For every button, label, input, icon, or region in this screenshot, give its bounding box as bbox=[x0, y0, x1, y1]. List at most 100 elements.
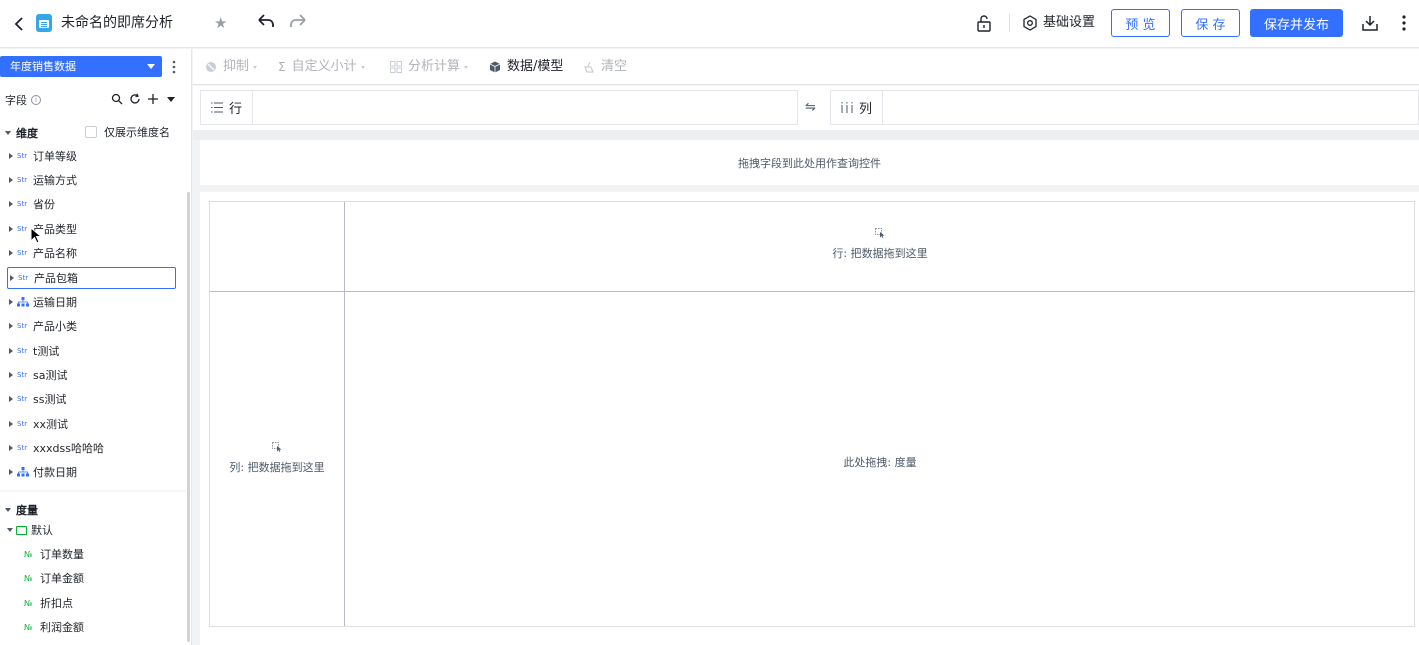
columns-shelf[interactable]: 列 bbox=[830, 90, 1419, 125]
sigma-icon: Σ bbox=[278, 60, 286, 74]
rows-shelf-label: 行 bbox=[201, 91, 253, 124]
measure-item[interactable]: № 利润金额 bbox=[0, 616, 84, 638]
dimension-item[interactable]: Str 订单等级 bbox=[0, 145, 186, 167]
string-type-icon: Str bbox=[17, 444, 28, 452]
measure-group-header[interactable]: 度量 bbox=[5, 502, 38, 518]
dimension-label: t测试 bbox=[33, 345, 60, 358]
caret-down-icon bbox=[7, 528, 13, 532]
save-publish-button[interactable]: 保存并发布 bbox=[1250, 9, 1343, 37]
dimension-item-selected[interactable]: Str 产品包箱 bbox=[7, 267, 176, 289]
dimension-label: 产品包箱 bbox=[34, 272, 78, 285]
dataset-select[interactable]: 年度销售数据 bbox=[0, 56, 162, 77]
caret-right-icon bbox=[9, 323, 13, 329]
subtotal-button[interactable]: Σ 自定义小计 bbox=[278, 59, 365, 75]
refresh-icon[interactable] bbox=[129, 92, 141, 106]
dimension-item[interactable]: Str 运输方式 bbox=[0, 169, 186, 191]
dimension-item[interactable]: Str 产品小类 bbox=[0, 315, 186, 337]
string-type-icon: Str bbox=[17, 420, 28, 428]
clear-button[interactable]: 清空 bbox=[583, 59, 627, 75]
caret-down-icon bbox=[464, 65, 469, 69]
analysis-button[interactable]: 分析计算 bbox=[390, 59, 469, 75]
save-button[interactable]: 保 存 bbox=[1181, 9, 1240, 37]
dimension-item[interactable]: Str 产品类型 bbox=[0, 218, 186, 240]
measure-item[interactable]: № 订单数量 bbox=[0, 543, 84, 565]
caret-right-icon bbox=[9, 177, 13, 183]
page-title[interactable]: 未命名的即席分析 bbox=[61, 14, 173, 32]
number-type-icon: № bbox=[24, 549, 33, 559]
rows-label: 行 bbox=[229, 102, 243, 117]
row-dropzone[interactable]: 行: 把数据拖到这里 bbox=[345, 228, 1415, 261]
info-icon[interactable]: i bbox=[31, 95, 41, 105]
analysis-toolbar: 抑制 Σ 自定义小计 分析计算 数据/模型 清空 bbox=[193, 49, 1419, 85]
columns-icon bbox=[841, 102, 853, 113]
number-type-icon: № bbox=[24, 573, 33, 583]
top-header: 未命名的即席分析 ★ 基础设置 预 览 保 存 保存并发布 bbox=[0, 0, 1419, 48]
only-dim-toggle[interactable]: 仅展示维度名 bbox=[85, 124, 170, 140]
caret-right-icon bbox=[9, 469, 13, 475]
dimension-label: 产品名称 bbox=[33, 247, 77, 260]
fields-tools bbox=[111, 92, 177, 106]
grid-divider-vertical bbox=[344, 202, 345, 626]
caret-down-icon bbox=[253, 65, 258, 69]
caret-down-icon bbox=[360, 65, 365, 69]
redo-icon[interactable] bbox=[288, 12, 308, 32]
measure-group-label: 度量 bbox=[16, 504, 38, 517]
dimension-label: 省份 bbox=[33, 198, 55, 211]
caret-right-icon bbox=[9, 153, 13, 159]
dimension-group-header[interactable]: 维度 bbox=[5, 125, 38, 141]
measure-hint: 此处拖拽: 度量 bbox=[843, 456, 917, 469]
suppress-button[interactable]: 抑制 bbox=[205, 59, 258, 75]
string-type-icon: Str bbox=[17, 322, 28, 330]
dimension-label: 运输日期 bbox=[33, 296, 77, 309]
field-panel-scrollbar[interactable] bbox=[187, 192, 190, 642]
settings-button[interactable]: 基础设置 bbox=[1022, 14, 1095, 32]
dimension-item[interactable]: Str 产品名称 bbox=[0, 242, 186, 264]
dimension-item[interactable]: Str xx测试 bbox=[0, 413, 186, 435]
data-model-button[interactable]: 数据/模型 bbox=[489, 59, 563, 75]
more-vertical-icon[interactable] bbox=[1398, 13, 1410, 33]
grid-icon bbox=[390, 61, 402, 73]
dimension-item[interactable]: Str t测试 bbox=[0, 340, 186, 362]
measure-folder[interactable]: 默认 bbox=[0, 519, 53, 541]
dimension-item[interactable]: 付款日期 bbox=[0, 461, 186, 483]
search-icon[interactable] bbox=[111, 92, 123, 106]
string-type-icon: Str bbox=[17, 395, 28, 403]
undo-icon[interactable] bbox=[256, 12, 276, 32]
star-icon[interactable]: ★ bbox=[214, 14, 227, 32]
measure-dropzone[interactable]: 此处拖拽: 度量 bbox=[345, 454, 1415, 470]
more-vertical-icon[interactable] bbox=[170, 59, 178, 75]
query-control-dropzone[interactable]: 拖拽字段到此处用作查询控件 bbox=[200, 140, 1419, 185]
dimension-label: 运输方式 bbox=[33, 174, 77, 187]
measure-item[interactable]: № 订单金额 bbox=[0, 567, 84, 589]
caret-right-icon bbox=[9, 348, 13, 354]
dimension-item[interactable]: Str xxxdss哈哈哈 bbox=[0, 437, 186, 459]
plus-icon[interactable] bbox=[147, 92, 159, 106]
caret-down-icon[interactable] bbox=[165, 92, 177, 106]
list-divider bbox=[0, 490, 186, 492]
download-icon[interactable] bbox=[1360, 13, 1380, 33]
caret-right-icon bbox=[9, 201, 13, 207]
back-button[interactable] bbox=[10, 14, 28, 34]
dimension-label: sa测试 bbox=[33, 369, 68, 382]
drag-drop-icon bbox=[271, 442, 281, 452]
swap-icon[interactable]: ⇋ bbox=[805, 100, 816, 115]
column-dropzone[interactable]: 列: 把数据拖到这里 bbox=[210, 442, 344, 475]
settings-label: 基础设置 bbox=[1043, 15, 1096, 30]
dimension-item[interactable]: Str ss测试 bbox=[0, 388, 186, 410]
caret-right-icon bbox=[9, 250, 13, 256]
folder-icon bbox=[16, 525, 27, 535]
caret-right-icon bbox=[9, 226, 13, 232]
preview-button[interactable]: 预 览 bbox=[1111, 9, 1170, 37]
dimension-item[interactable]: Str 省份 bbox=[0, 193, 186, 215]
only-dim-checkbox[interactable] bbox=[85, 126, 97, 138]
caret-right-icon bbox=[9, 299, 13, 305]
suppress-label: 抑制 bbox=[223, 59, 250, 74]
dimension-group-label: 维度 bbox=[16, 127, 38, 140]
measure-item[interactable]: № 折扣点 bbox=[0, 592, 73, 614]
unlock-icon[interactable] bbox=[975, 14, 993, 32]
drag-drop-icon bbox=[874, 228, 884, 238]
dimension-item[interactable]: 运输日期 bbox=[0, 291, 186, 313]
dimension-item[interactable]: Str sa测试 bbox=[0, 364, 186, 386]
number-type-icon: № bbox=[24, 622, 33, 632]
rows-shelf[interactable]: 行 bbox=[200, 90, 798, 125]
